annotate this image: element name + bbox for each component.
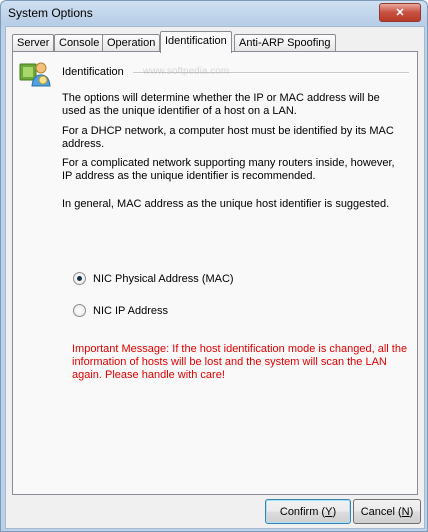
tab-operation[interactable]: Operation: [102, 34, 161, 52]
option-ip-address[interactable]: NIC IP Address: [73, 304, 168, 317]
watermark: www.softpedia.com: [143, 66, 230, 77]
radio-mac[interactable]: [73, 272, 86, 285]
title-bar[interactable]: System Options ✕: [1, 1, 427, 25]
users-icon: [19, 62, 51, 87]
window-title: System Options: [8, 6, 93, 20]
warning-message: Important Message: If the host identific…: [72, 343, 408, 381]
description-paragraph: For a complicated network supporting man…: [62, 157, 395, 182]
tab-strip: Server Console Operation Identification …: [12, 30, 418, 53]
tab-server[interactable]: Server: [12, 34, 55, 52]
cancel-button[interactable]: Cancel (N): [353, 499, 421, 524]
section-title: Identification: [62, 66, 124, 78]
tab-console[interactable]: Console: [54, 34, 105, 52]
confirm-button[interactable]: Confirm (Y): [265, 499, 351, 524]
option-mac-label: NIC Physical Address (MAC): [93, 272, 234, 285]
close-icon: ✕: [395, 7, 405, 19]
description-paragraph: In general, MAC address as the unique ho…: [62, 198, 390, 210]
tab-anti-arp-spoofing[interactable]: Anti-ARP Spoofing: [234, 34, 336, 52]
radio-ip[interactable]: [73, 304, 86, 317]
option-mac-address[interactable]: NIC Physical Address (MAC): [73, 272, 234, 285]
description-paragraph: The options will determine whether the I…: [62, 92, 380, 117]
identification-panel: Identification www.softpedia.com The opt…: [12, 51, 418, 495]
system-options-window: System Options ✕ Server Console Operatio…: [0, 0, 428, 532]
option-ip-label: NIC IP Address: [93, 304, 168, 317]
description-paragraph: For a DHCP network, a computer host must…: [62, 125, 394, 150]
dialog-client: Server Console Operation Identification …: [5, 26, 425, 529]
tab-identification[interactable]: Identification: [160, 31, 232, 53]
close-button[interactable]: ✕: [379, 3, 421, 22]
